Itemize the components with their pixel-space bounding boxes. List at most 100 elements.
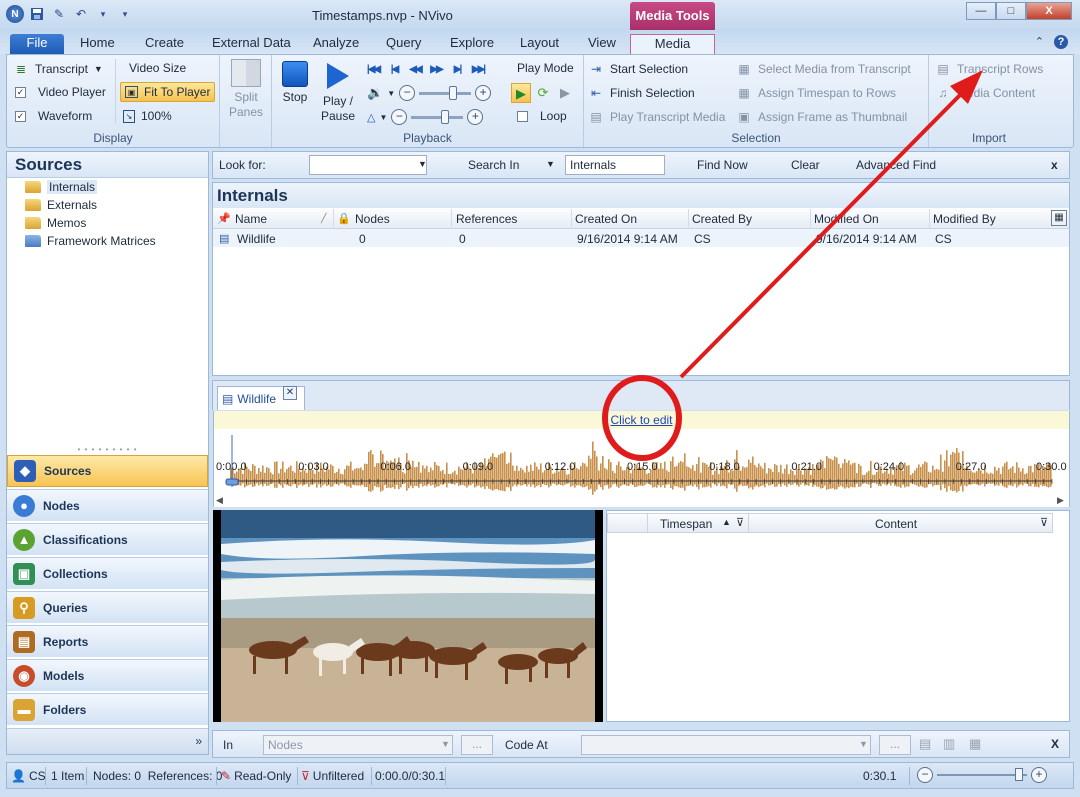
scroll-right-icon[interactable]: ▶: [1057, 495, 1064, 505]
nav-button-reports[interactable]: ▤ Reports: [7, 625, 208, 657]
tab-analyze[interactable]: Analyze: [313, 34, 359, 54]
speed-icon[interactable]: △: [367, 111, 375, 124]
column-separator[interactable]: [748, 514, 749, 532]
help-icon[interactable]: ?: [1054, 35, 1068, 49]
close-coding-bar-button[interactable]: X: [1051, 737, 1059, 751]
coding-in-dropdown-icon[interactable]: ▼: [441, 739, 450, 749]
tab-file[interactable]: File: [10, 34, 64, 54]
column-separator[interactable]: [571, 209, 572, 229]
pin-icon[interactable]: 📌: [217, 212, 231, 225]
nav-more-button[interactable]: »: [7, 728, 208, 754]
waveform-timeline[interactable]: 0:00.0 0:03.0 0:06.0 0:09.0 0:12.0 0:15.0 0:18…: [213, 429, 1070, 507]
tab-external-data[interactable]: External Data: [212, 34, 291, 54]
find-now-button[interactable]: Find Now: [697, 158, 748, 172]
scroll-left-icon[interactable]: ◀: [216, 495, 223, 505]
code-icon[interactable]: ▤: [919, 736, 931, 752]
column-separator[interactable]: [929, 209, 930, 229]
undo-icon[interactable]: ↶: [72, 5, 90, 23]
transcript-grid[interactable]: Timespan ▲ ⊽ Content ⊽: [606, 510, 1070, 722]
previous-icon[interactable]: |◀: [384, 61, 404, 79]
tree-item-externals[interactable]: Externals: [25, 198, 97, 212]
nav-button-nodes[interactable]: ● Nodes: [7, 489, 208, 521]
minimize-button[interactable]: —: [966, 2, 996, 20]
speed-decrease-icon[interactable]: −: [391, 109, 408, 125]
assign-frame-button[interactable]: ▣ Assign Frame as Thumbnail: [736, 109, 907, 125]
filter-icon[interactable]: ⊽: [736, 516, 744, 529]
tab-layout[interactable]: Layout: [520, 34, 559, 54]
save-icon[interactable]: [28, 5, 46, 23]
playhead-handle[interactable]: [225, 478, 239, 486]
volume-dropdown-icon[interactable]: ▼: [387, 89, 395, 98]
table-row[interactable]: ▤ Wildlife 0 0 9/16/2014 9:14 AM CS 9/16…: [213, 229, 1069, 247]
coding-in-browse-button[interactable]: ...: [461, 735, 493, 755]
loop-checkbox[interactable]: Loop: [517, 109, 567, 123]
column-chooser-icon[interactable]: ▦: [1051, 210, 1067, 226]
code-at-browse-button[interactable]: ...: [879, 735, 911, 755]
uncode-icon[interactable]: ▥: [943, 736, 955, 752]
nav-button-collections[interactable]: ▣ Collections: [7, 557, 208, 589]
filter-icon[interactable]: ⊽: [1040, 516, 1048, 529]
advanced-find-button[interactable]: Advanced Find: [856, 158, 936, 172]
column-header-modified-on[interactable]: Modified On: [814, 212, 879, 226]
start-selection-button[interactable]: ⇥ Start Selection: [588, 61, 688, 77]
clear-button[interactable]: Clear: [791, 158, 820, 172]
status-unfiltered[interactable]: ⊽ Unfiltered: [301, 769, 364, 783]
fast-forward-icon[interactable]: ▶▶: [426, 61, 446, 79]
close-tab-icon[interactable]: ✕: [283, 386, 297, 400]
go-to-start-icon[interactable]: |◀◀: [363, 61, 383, 79]
zoom-slider-thumb[interactable]: [1015, 768, 1023, 781]
play-mode-synchronize-icon[interactable]: ⟳: [533, 83, 553, 103]
tab-explore[interactable]: Explore: [450, 34, 494, 54]
code-at-dropdown-icon[interactable]: ▼: [859, 739, 868, 749]
app-logo-icon[interactable]: N: [6, 5, 24, 23]
nav-button-folders[interactable]: ▬ Folders: [7, 693, 208, 725]
play-pause-button[interactable]: Play / Pause: [318, 61, 358, 124]
tab-query[interactable]: Query: [386, 34, 421, 54]
tree-item-framework-matrices[interactable]: Framework Matrices: [25, 234, 156, 248]
volume-slider-thumb[interactable]: [449, 85, 458, 100]
stop-button[interactable]: Stop: [280, 61, 310, 105]
click-to-edit-link[interactable]: Click to edit: [610, 413, 672, 427]
sort-ascending-icon[interactable]: ▲: [722, 517, 731, 527]
code-at-input[interactable]: [581, 735, 871, 755]
search-in-field[interactable]: Internals: [565, 155, 665, 175]
column-header-created-on[interactable]: Created On: [575, 212, 637, 226]
nav-button-models[interactable]: ◉ Models: [7, 659, 208, 691]
waveform-checkbox[interactable]: ✓ Waveform: [15, 109, 92, 123]
nav-splitter[interactable]: • • • • • • • • •: [7, 446, 208, 454]
speed-dropdown-icon[interactable]: ▼: [379, 113, 387, 122]
edit-icon[interactable]: ✎: [50, 5, 68, 23]
column-header-content[interactable]: Content: [875, 517, 917, 531]
maximize-button[interactable]: □: [996, 2, 1026, 20]
split-panes-button[interactable]: Split Panes: [228, 59, 264, 120]
zoom-slider[interactable]: [937, 768, 1027, 781]
column-header-modified-by[interactable]: Modified By: [933, 212, 996, 226]
go-to-end-icon[interactable]: ▶▶|: [468, 61, 488, 79]
transcript-dropdown[interactable]: ≣ Transcript ▼: [13, 61, 103, 77]
nav-button-queries[interactable]: ⚲ Queries: [7, 591, 208, 623]
finish-selection-button[interactable]: ⇤ Finish Selection: [588, 85, 695, 101]
column-separator[interactable]: [451, 209, 452, 229]
minimize-ribbon-icon[interactable]: ⌃: [1035, 35, 1044, 49]
column-header-references[interactable]: References: [456, 212, 517, 226]
look-for-dropdown-icon[interactable]: ▼: [418, 159, 427, 169]
volume-slider[interactable]: [419, 85, 472, 100]
zoom-out-icon[interactable]: −: [917, 767, 933, 783]
play-mode-transcribe-icon[interactable]: ▶: [555, 83, 575, 103]
next-icon[interactable]: ▶|: [447, 61, 467, 79]
column-header-nodes[interactable]: Nodes: [355, 212, 390, 226]
close-find-bar-button[interactable]: x: [1051, 158, 1058, 172]
rewind-icon[interactable]: ◀◀: [405, 61, 425, 79]
video-player-checkbox[interactable]: ✓ Video Player: [15, 85, 106, 99]
play-transcript-media-button[interactable]: ▤ Play Transcript Media: [588, 109, 725, 125]
quick-code-icon[interactable]: ▦: [969, 736, 981, 752]
nav-button-sources[interactable]: ◆ Sources: [7, 455, 208, 487]
search-in-dropdown-icon[interactable]: ▼: [546, 159, 555, 169]
qat-dropdown-icon[interactable]: ▾: [94, 5, 112, 23]
video-player[interactable]: [213, 510, 603, 722]
volume-decrease-icon[interactable]: −: [399, 85, 416, 101]
nav-button-classifications[interactable]: ▲ Classifications: [7, 523, 208, 555]
status-read-only[interactable]: ✎ Read-Only: [221, 769, 291, 783]
assign-timespan-button[interactable]: ▦ Assign Timespan to Rows: [736, 85, 896, 101]
transcript-rows-button[interactable]: ▤ Transcript Rows: [935, 61, 1043, 77]
